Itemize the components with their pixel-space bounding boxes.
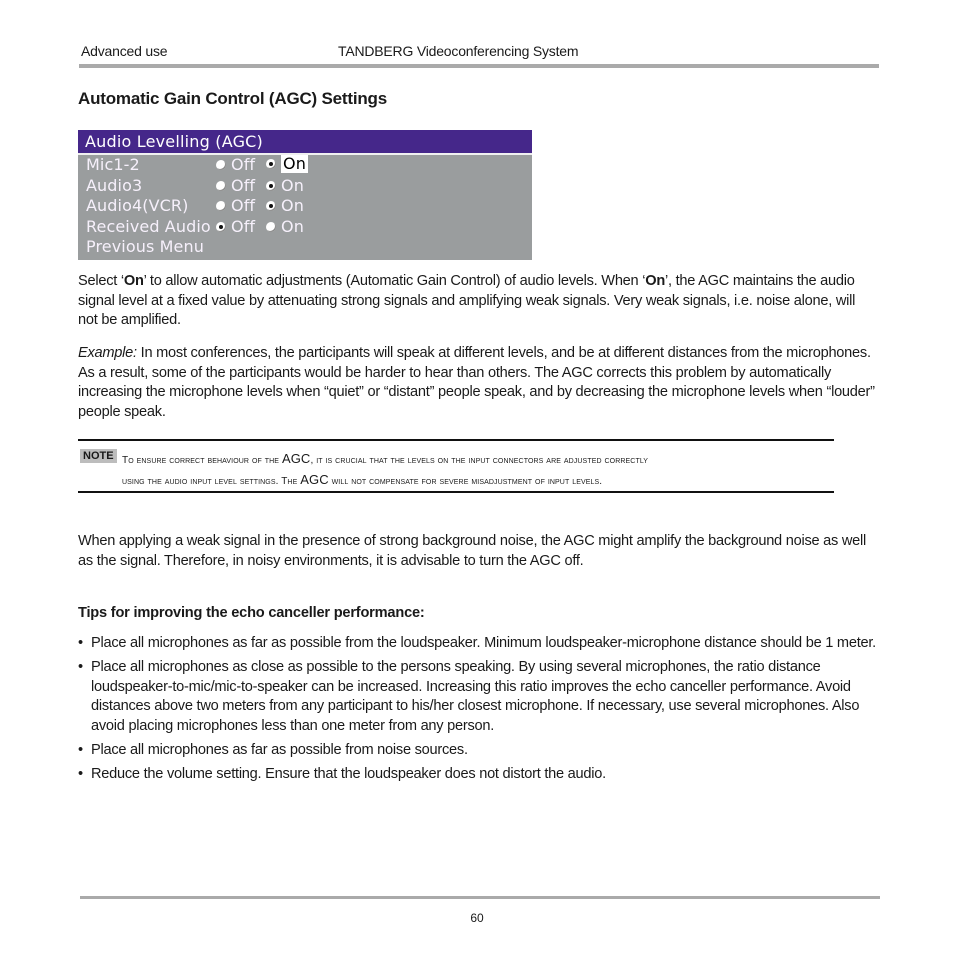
on-radio-option[interactable]: On [266,196,304,217]
bullet-icon: • [78,741,83,758]
off-label: Off [231,175,256,195]
on-label: On [281,154,308,173]
radio-unchecked-icon[interactable] [216,201,226,212]
paragraph-example: Example: In most conferences, the partic… [78,344,878,422]
on-radio-option[interactable]: On [266,176,304,197]
off-label: Off [231,155,256,174]
text-bold-on: On [645,273,665,289]
tip-list-item: • Place all microphones as far as possibl… [78,741,888,761]
off-radio-option[interactable]: Off [216,217,255,238]
radio-unchecked-icon[interactable] [216,160,226,171]
osd-row-mic1-2[interactable]: Mic1-2 Off On [78,155,532,176]
on-label: On [281,196,304,216]
note-bottom-rule [78,491,834,493]
osd-row-audio3[interactable]: Audio3 Off On [78,176,532,197]
radio-checked-icon[interactable] [216,222,226,233]
paragraph-agc-description: Select ‘On’ to allow automatic adjustmen… [78,272,878,331]
radio-checked-icon[interactable] [266,159,276,169]
off-radio-option[interactable]: Off [216,176,255,197]
off-label: Off [231,216,256,236]
note-text-run: , it is crucial that the levels on the i… [310,455,649,466]
tip-list-item: • Place all microphones as close as possi… [78,658,888,736]
tip-text: Place all microphones as close as possib… [91,659,860,734]
text-bold-on: On [123,273,144,289]
note-top-rule [78,439,834,441]
section-title: Automatic Gain Control (AGC) Settings [78,89,387,108]
bullet-icon: • [78,635,83,651]
on-label: On [281,175,304,195]
tip-text: Reduce the volume setting. Ensure that t… [91,765,606,782]
note-agc: AGC [281,451,311,466]
osd-previous-menu-label: Previous Menu [86,237,204,257]
osd-row-label: Audio3 [86,175,143,195]
tip-list-item: • Place all microphones as far as possibl… [78,634,888,654]
osd-menu-rows: Mic1-2 Off On Audio3 Off On Audio4(VCR) Off On Re… [78,155,532,237]
note-badge: NOTE [80,449,117,463]
header-product-title: TANDBERG Videoconferencing System [338,43,579,59]
on-radio-option[interactable]: On [266,217,304,238]
osd-previous-menu[interactable]: Previous Menu [78,237,532,258]
note-text-run: To ensure correct behaviour of the [122,455,282,466]
paragraph-noise-warning: When applying a weak signal in the prese… [78,533,867,569]
page-number: 60 [470,911,484,925]
osd-row-received-audio[interactable]: Received Audio Off On [78,217,532,238]
note-text-run: will not compensate for severe misadjust… [328,476,603,487]
footer-divider [80,896,880,899]
off-radio-option[interactable]: Off [216,155,255,176]
note-text: To ensure correct behaviour of the AGC, … [122,449,842,491]
radio-checked-icon[interactable] [266,180,276,191]
osd-row-label: Audio4(VCR) [86,196,189,216]
tip-text: Place all microphones as far as possible… [91,635,876,651]
tip-text: Place all microphones as far as possible… [91,741,468,758]
off-label: Off [231,196,256,216]
osd-row-label: Mic1-2 [86,155,140,174]
on-label: On [281,216,304,236]
bullet-icon: • [78,765,83,782]
osd-row-audio4-vcr[interactable]: Audio4(VCR) Off On [78,196,532,217]
header-divider [79,64,879,68]
tips-title: Tips for improving the echo canceller pe… [78,605,425,621]
text-run: ’ to allow automatic adjustments (Automa… [143,273,646,289]
example-lead: Example: [78,345,137,361]
tip-list-item: • Reduce the volume setting. Ensure that … [78,765,888,785]
tips-list: • Place all microphones as far as possibl… [78,634,888,789]
radio-unchecked-icon[interactable] [266,222,276,233]
note-text-run: using the audio input level settings. Th… [122,476,301,487]
example-text: In most conferences, the participants wi… [78,345,875,420]
off-radio-option[interactable]: Off [216,196,255,217]
osd-menu-screenshot: Audio Levelling (AGC) Mic1-2 Off On Audio3 O… [78,130,532,260]
osd-row-label: Received Audio [86,216,211,236]
text-run: Select ‘ [78,273,124,289]
radio-unchecked-icon[interactable] [216,180,226,191]
note-agc: AGC [300,472,329,487]
osd-menu-title: Audio Levelling (AGC) [78,130,532,155]
header-section-label: Advanced use [81,43,168,59]
bullet-icon: • [78,659,83,675]
radio-checked-icon[interactable] [266,201,276,212]
on-radio-option[interactable]: On [266,155,308,173]
